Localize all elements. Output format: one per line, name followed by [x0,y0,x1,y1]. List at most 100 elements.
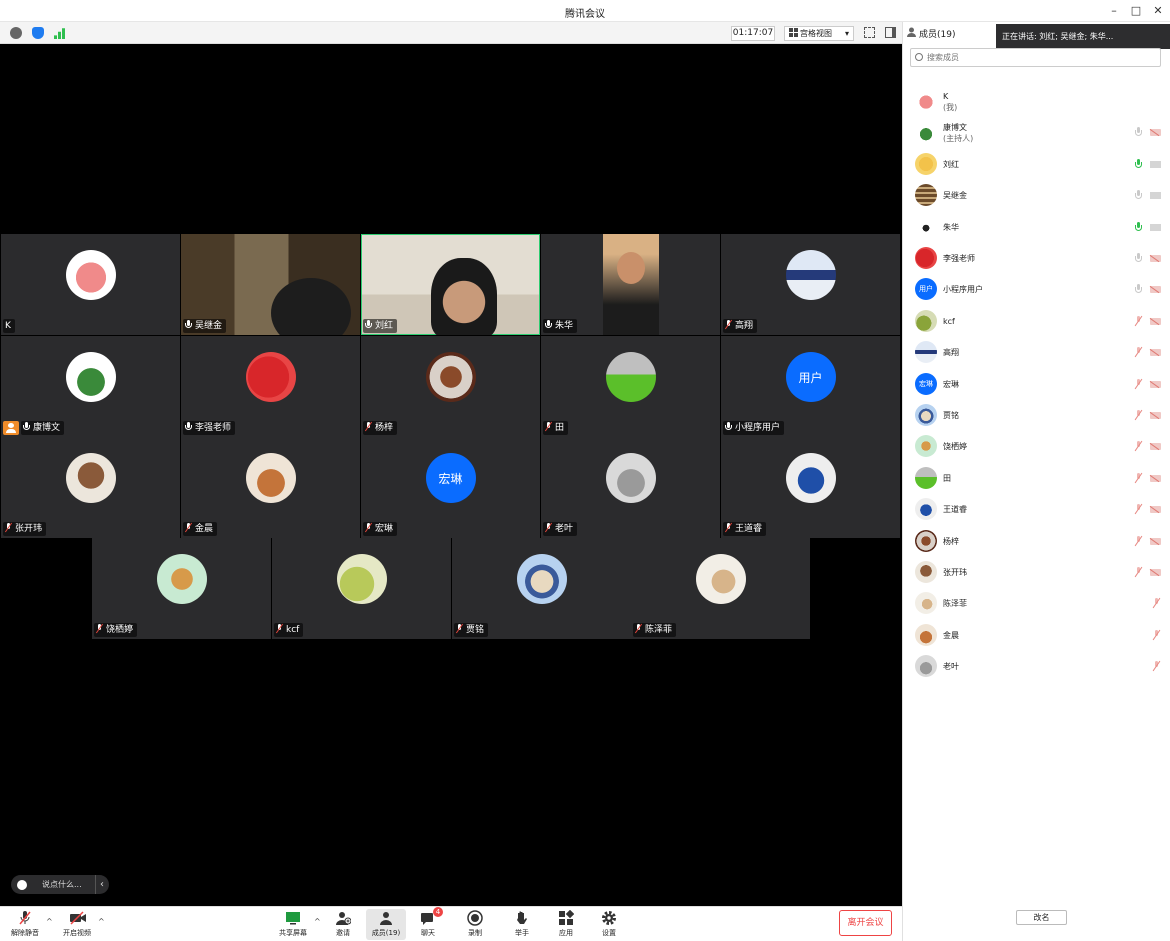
maximize-button[interactable]: □ [1125,2,1147,20]
mic-muted-icon[interactable] [1135,347,1142,357]
mic-muted-icon[interactable] [1135,472,1142,483]
video-tile[interactable]: 陈泽菲 [631,538,810,639]
member-list-item[interactable]: 杨梓 [903,526,1170,557]
video-options-caret[interactable]: ^ [98,917,105,926]
video-off-icon[interactable] [1150,380,1161,388]
audio-options-caret[interactable]: ^ [46,917,53,926]
member-list-item[interactable]: 老叶 [903,651,1170,682]
video-tile[interactable]: 用户 小程序用户 [721,336,900,437]
member-search-input[interactable] [927,51,1152,64]
video-off-icon[interactable] [1150,317,1161,325]
signal-icon[interactable] [54,28,65,39]
video-off-icon[interactable] [1150,569,1161,576]
minimize-button[interactable]: – [1103,2,1125,20]
start-video-button[interactable]: 开启视频 [57,909,97,940]
video-tile[interactable]: 张开玮 [1,437,180,538]
mic-icon[interactable] [1135,253,1142,263]
leave-meeting-button[interactable]: 离开会议 [839,910,892,936]
video-tile[interactable]: 杨梓 [361,336,540,437]
video-tile[interactable]: 高翔 [721,234,900,335]
settings-button[interactable]: 设置 [589,909,629,940]
video-tile[interactable]: 李强老师 [181,336,360,437]
video-off-icon[interactable] [1150,537,1161,545]
mic-icon[interactable] [1135,190,1142,200]
video-off-icon[interactable] [1150,474,1161,482]
mic-icon[interactable] [1135,127,1142,137]
raise-hand-button[interactable]: 举手 [502,909,542,940]
info-icon[interactable] [10,27,22,39]
share-screen-button[interactable]: 共享屏幕 [273,909,313,940]
member-list-item[interactable]: 王道睿 [903,494,1170,525]
mic-muted-icon[interactable] [1135,441,1142,451]
chevron-left-icon[interactable]: ‹ [95,875,104,894]
close-button[interactable]: ✕ [1147,2,1169,20]
member-list-item[interactable]: 李强老师 [903,243,1170,274]
video-tile[interactable]: 饶栖婷 [92,538,271,639]
video-tile[interactable]: kcf [272,538,451,639]
mic-icon[interactable] [1135,284,1142,294]
video-off-icon[interactable] [1150,412,1161,419]
rename-button[interactable]: 改名 [1016,910,1067,925]
invite-button[interactable]: 邀请 [323,909,363,940]
members-button[interactable]: 成员(19) [366,909,406,940]
view-mode-select[interactable]: 宫格视图 ▾ [784,26,854,41]
video-icon[interactable] [1150,223,1161,231]
mic-muted-icon[interactable] [1135,410,1142,420]
mic-muted-icon[interactable] [1135,378,1142,389]
member-list-item[interactable]: 饶栖婷 [903,431,1170,462]
video-off-icon[interactable] [1150,443,1161,451]
sidebar-toggle-icon[interactable] [885,27,896,38]
video-tile[interactable]: 老叶 [541,437,720,538]
mic-icon[interactable] [1135,221,1142,232]
video-tile[interactable]: 吴继金 [181,234,360,335]
chat-button[interactable]: 4 聊天 [408,907,448,940]
shield-icon[interactable] [32,27,44,39]
member-list-item[interactable]: 高翔 [903,337,1170,368]
apps-button[interactable]: 应用 [546,909,586,940]
share-options-caret[interactable]: ^ [314,917,321,926]
member-list-item[interactable]: 朱华 [903,212,1170,243]
mic-muted-icon[interactable] [1153,661,1160,671]
video-tile[interactable]: 贾铭 [452,538,631,639]
video-tile[interactable]: 金晨 [181,437,360,538]
chat-input-pill[interactable]: 说点什么... ‹ [11,875,109,894]
record-button[interactable]: 录制 [455,909,495,940]
member-list-item[interactable]: 刘红 [903,149,1170,180]
video-off-icon[interactable] [1150,129,1161,137]
video-tile[interactable]: K [1,234,180,335]
mic-muted-icon[interactable] [1135,535,1142,546]
mic-muted-icon[interactable] [1153,598,1160,608]
member-list-item[interactable]: 吴继金 [903,180,1170,211]
video-tile[interactable]: 朱华 [541,234,720,335]
member-list-item[interactable]: kcf [903,306,1170,337]
member-list-item[interactable]: 田 [903,463,1170,494]
video-tile[interactable]: 宏琳 宏琳 [361,437,540,538]
member-list-item[interactable]: 陈泽菲 [903,588,1170,619]
mic-muted-icon[interactable] [1153,629,1160,640]
video-off-icon[interactable] [1150,506,1161,514]
member-list-item[interactable]: 贾铭 [903,400,1170,431]
mic-muted-icon[interactable] [1135,567,1142,577]
smiley-icon[interactable] [17,880,27,890]
video-off-icon[interactable] [1150,255,1161,262]
mic-icon[interactable] [1135,158,1142,169]
video-off-icon[interactable] [1150,349,1161,357]
member-list-item[interactable]: 用户 小程序用户 [903,274,1170,305]
member-search[interactable] [910,48,1161,67]
fullscreen-icon[interactable] [864,27,875,38]
member-list-item[interactable]: 张开玮 [903,557,1170,588]
video-icon[interactable] [1150,192,1161,200]
video-icon[interactable] [1150,160,1161,168]
member-list-item[interactable]: 金晨 [903,620,1170,651]
video-tile[interactable]: 田 [541,336,720,437]
video-tile[interactable]: 康博文 [1,336,180,437]
video-tile[interactable]: 王道睿 [721,437,900,538]
mic-muted-icon[interactable] [1135,504,1142,514]
mic-muted-icon[interactable] [1135,315,1142,326]
member-list-item[interactable]: K (我) [903,86,1170,117]
video-tile[interactable]: 刘红 [361,234,540,335]
member-list-item[interactable]: 康博文 (主持人) [903,117,1170,148]
video-off-icon[interactable] [1150,286,1161,294]
unmute-button[interactable]: 解除静音 [5,909,45,940]
member-list-item[interactable]: 宏琳 宏琳 [903,369,1170,400]
